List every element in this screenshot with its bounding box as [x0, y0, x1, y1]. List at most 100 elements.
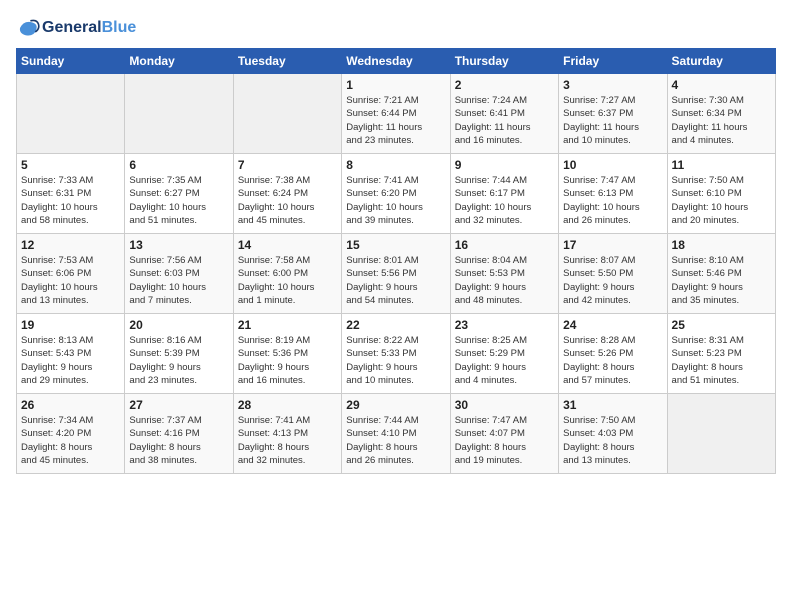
day-info: Sunrise: 7:24 AM Sunset: 6:41 PM Dayligh… — [455, 94, 554, 147]
day-info: Sunrise: 8:19 AM Sunset: 5:36 PM Dayligh… — [238, 334, 337, 387]
calendar-cell: 2 Sunrise: 7:24 AM Sunset: 6:41 PM Daylig… — [450, 74, 558, 154]
day-info: Sunrise: 7:38 AM Sunset: 6:24 PM Dayligh… — [238, 174, 337, 227]
day-info: Sunrise: 7:47 AM Sunset: 6:13 PM Dayligh… — [563, 174, 662, 227]
day-info: Sunrise: 8:10 AM Sunset: 5:46 PM Dayligh… — [672, 254, 771, 307]
weekday-header-tuesday: Tuesday — [233, 49, 341, 74]
logo-blue: Blue — [102, 19, 137, 36]
day-number: 10 — [563, 158, 662, 172]
calendar-cell: 10 Sunrise: 7:47 AM Sunset: 6:13 PM Dayli… — [559, 154, 667, 234]
calendar-cell: 4Sunrise: 7:30 AM Sunset: 6:34 PM Daylig… — [667, 74, 775, 154]
calendar-cell: 27 Sunrise: 7:37 AM Sunset: 4:16 PM Dayli… — [125, 394, 233, 474]
calendar-cell — [667, 394, 775, 474]
day-number: 13 — [129, 238, 228, 252]
weekday-header-saturday: Saturday — [667, 49, 775, 74]
day-number: 24 — [563, 318, 662, 332]
day-number: 11 — [672, 158, 771, 172]
day-info: Sunrise: 7:53 AM Sunset: 6:06 PM Dayligh… — [21, 254, 120, 307]
calendar-cell: 21 Sunrise: 8:19 AM Sunset: 5:36 PM Dayli… — [233, 314, 341, 394]
calendar-cell: 20Sunrise: 8:16 AM Sunset: 5:39 PM Dayli… — [125, 314, 233, 394]
calendar-cell — [125, 74, 233, 154]
weekday-header-sunday: Sunday — [17, 49, 125, 74]
day-info: Sunrise: 8:16 AM Sunset: 5:39 PM Dayligh… — [129, 334, 228, 387]
day-info: Sunrise: 8:31 AM Sunset: 5:23 PM Dayligh… — [672, 334, 771, 387]
day-number: 9 — [455, 158, 554, 172]
day-info: Sunrise: 7:58 AM Sunset: 6:00 PM Dayligh… — [238, 254, 337, 307]
day-info: Sunrise: 8:07 AM Sunset: 5:50 PM Dayligh… — [563, 254, 662, 307]
weekday-header-thursday: Thursday — [450, 49, 558, 74]
calendar-cell: 17 Sunrise: 8:07 AM Sunset: 5:50 PM Dayli… — [559, 234, 667, 314]
calendar-cell: 9Sunrise: 7:44 AM Sunset: 6:17 PM Daylig… — [450, 154, 558, 234]
day-info: Sunrise: 7:41 AM Sunset: 4:13 PM Dayligh… — [238, 414, 337, 467]
day-number: 26 — [21, 398, 120, 412]
calendar-cell: 11 Sunrise: 7:50 AM Sunset: 6:10 PM Dayli… — [667, 154, 775, 234]
calendar-week-2: 5 Sunrise: 7:33 AM Sunset: 6:31 PM Daylig… — [17, 154, 776, 234]
calendar-cell: 28 Sunrise: 7:41 AM Sunset: 4:13 PM Dayli… — [233, 394, 341, 474]
weekday-header-friday: Friday — [559, 49, 667, 74]
calendar-cell: 30Sunrise: 7:47 AM Sunset: 4:07 PM Dayli… — [450, 394, 558, 474]
calendar-cell: 18 Sunrise: 8:10 AM Sunset: 5:46 PM Dayli… — [667, 234, 775, 314]
page-header: GeneralBlue — [16, 16, 776, 40]
day-number: 19 — [21, 318, 120, 332]
day-info: Sunrise: 7:34 AM Sunset: 4:20 PM Dayligh… — [21, 414, 120, 467]
calendar-cell: 1 Sunrise: 7:21 AM Sunset: 6:44 PM Daylig… — [342, 74, 450, 154]
weekday-header-monday: Monday — [125, 49, 233, 74]
day-number: 3 — [563, 78, 662, 92]
day-number: 14 — [238, 238, 337, 252]
day-number: 8 — [346, 158, 445, 172]
calendar-cell: 3 Sunrise: 7:27 AM Sunset: 6:37 PM Daylig… — [559, 74, 667, 154]
calendar-week-5: 26 Sunrise: 7:34 AM Sunset: 4:20 PM Dayli… — [17, 394, 776, 474]
calendar-week-3: 12 Sunrise: 7:53 AM Sunset: 6:06 PM Dayli… — [17, 234, 776, 314]
calendar-week-1: 1 Sunrise: 7:21 AM Sunset: 6:44 PM Daylig… — [17, 74, 776, 154]
day-number: 29 — [346, 398, 445, 412]
day-info: Sunrise: 8:04 AM Sunset: 5:53 PM Dayligh… — [455, 254, 554, 307]
logo-icon — [16, 16, 40, 40]
calendar-cell: 14 Sunrise: 7:58 AM Sunset: 6:00 PM Dayli… — [233, 234, 341, 314]
calendar-cell: 7Sunrise: 7:38 AM Sunset: 6:24 PM Daylig… — [233, 154, 341, 234]
day-info: Sunrise: 8:22 AM Sunset: 5:33 PM Dayligh… — [346, 334, 445, 387]
calendar-table: SundayMondayTuesdayWednesdayThursdayFrid… — [16, 48, 776, 474]
day-number: 21 — [238, 318, 337, 332]
day-number: 28 — [238, 398, 337, 412]
calendar-cell: 22 Sunrise: 8:22 AM Sunset: 5:33 PM Dayli… — [342, 314, 450, 394]
calendar-cell: 15Sunrise: 8:01 AM Sunset: 5:56 PM Dayli… — [342, 234, 450, 314]
day-info: Sunrise: 7:41 AM Sunset: 6:20 PM Dayligh… — [346, 174, 445, 227]
day-info: Sunrise: 7:27 AM Sunset: 6:37 PM Dayligh… — [563, 94, 662, 147]
calendar-cell — [233, 74, 341, 154]
calendar-cell: 24 Sunrise: 8:28 AM Sunset: 5:26 PM Dayli… — [559, 314, 667, 394]
day-number: 1 — [346, 78, 445, 92]
day-info: Sunrise: 7:30 AM Sunset: 6:34 PM Dayligh… — [672, 94, 771, 147]
calendar-cell: 19Sunrise: 8:13 AM Sunset: 5:43 PM Dayli… — [17, 314, 125, 394]
day-info: Sunrise: 7:37 AM Sunset: 4:16 PM Dayligh… — [129, 414, 228, 467]
calendar-cell: 6Sunrise: 7:35 AM Sunset: 6:27 PM Daylig… — [125, 154, 233, 234]
day-info: Sunrise: 7:50 AM Sunset: 4:03 PM Dayligh… — [563, 414, 662, 467]
calendar-cell: 23 Sunrise: 8:25 AM Sunset: 5:29 PM Dayli… — [450, 314, 558, 394]
day-number: 25 — [672, 318, 771, 332]
day-number: 5 — [21, 158, 120, 172]
day-number: 17 — [563, 238, 662, 252]
day-info: Sunrise: 8:25 AM Sunset: 5:29 PM Dayligh… — [455, 334, 554, 387]
calendar-cell: 31 Sunrise: 7:50 AM Sunset: 4:03 PM Dayli… — [559, 394, 667, 474]
day-number: 18 — [672, 238, 771, 252]
day-info: Sunrise: 8:28 AM Sunset: 5:26 PM Dayligh… — [563, 334, 662, 387]
day-info: Sunrise: 7:47 AM Sunset: 4:07 PM Dayligh… — [455, 414, 554, 467]
calendar-cell: 16 Sunrise: 8:04 AM Sunset: 5:53 PM Dayli… — [450, 234, 558, 314]
calendar-cell: 8 Sunrise: 7:41 AM Sunset: 6:20 PM Daylig… — [342, 154, 450, 234]
day-info: Sunrise: 7:44 AM Sunset: 4:10 PM Dayligh… — [346, 414, 445, 467]
day-number: 23 — [455, 318, 554, 332]
day-info: Sunrise: 7:33 AM Sunset: 6:31 PM Dayligh… — [21, 174, 120, 227]
day-number: 6 — [129, 158, 228, 172]
calendar-cell: 26 Sunrise: 7:34 AM Sunset: 4:20 PM Dayli… — [17, 394, 125, 474]
day-number: 12 — [21, 238, 120, 252]
calendar-cell: 29 Sunrise: 7:44 AM Sunset: 4:10 PM Dayli… — [342, 394, 450, 474]
day-number: 2 — [455, 78, 554, 92]
day-info: Sunrise: 7:21 AM Sunset: 6:44 PM Dayligh… — [346, 94, 445, 147]
day-number: 16 — [455, 238, 554, 252]
day-number: 22 — [346, 318, 445, 332]
weekday-header-row: SundayMondayTuesdayWednesdayThursdayFrid… — [17, 49, 776, 74]
calendar-cell: 25 Sunrise: 8:31 AM Sunset: 5:23 PM Dayli… — [667, 314, 775, 394]
day-number: 27 — [129, 398, 228, 412]
calendar-cell: 13Sunrise: 7:56 AM Sunset: 6:03 PM Dayli… — [125, 234, 233, 314]
calendar-cell — [17, 74, 125, 154]
day-number: 31 — [563, 398, 662, 412]
day-info: Sunrise: 7:50 AM Sunset: 6:10 PM Dayligh… — [672, 174, 771, 227]
